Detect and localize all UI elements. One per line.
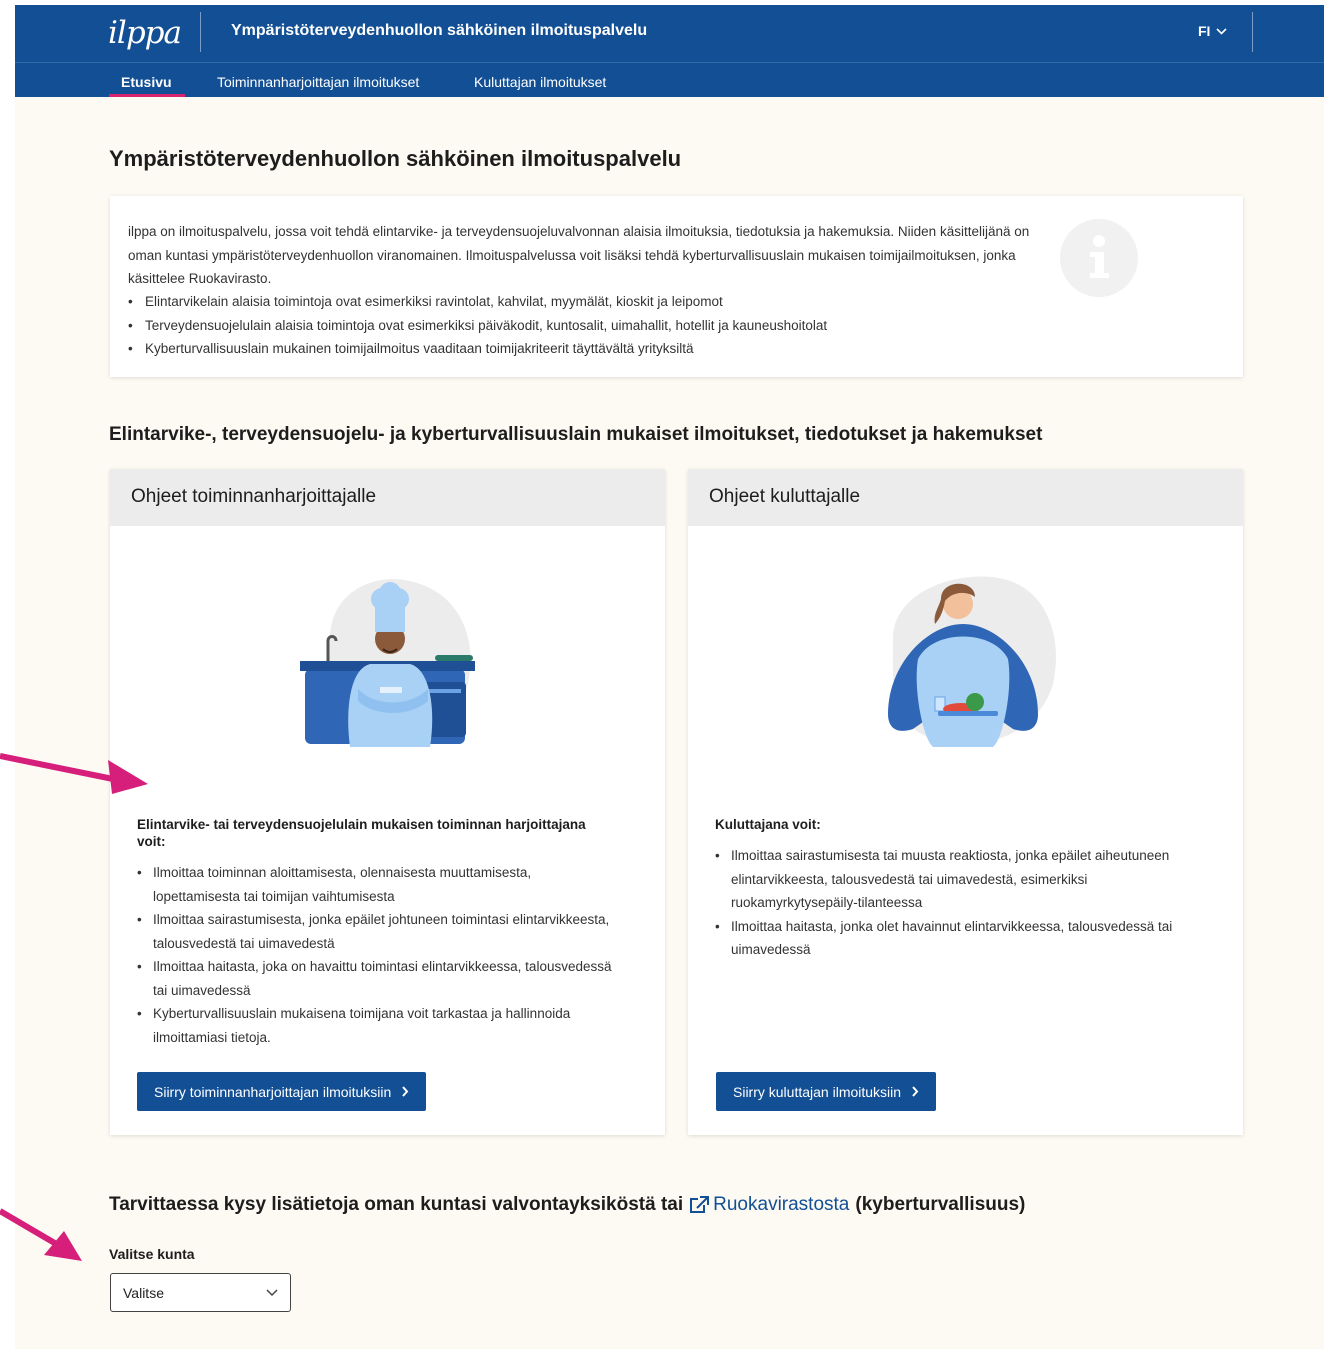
info-list: Elintarvikelain alaisia toimintoja ovat … bbox=[128, 290, 1038, 361]
page: ilppa Ympäristöterveydenhuollon sähköine… bbox=[15, 5, 1324, 1349]
municipality-label: Valitse kunta bbox=[109, 1246, 195, 1262]
link-label: Ruokavirastosta bbox=[713, 1194, 850, 1215]
info-text: ilppa on ilmoituspalvelu, jossa voit teh… bbox=[128, 224, 1030, 286]
language-selector[interactable]: FI bbox=[1198, 23, 1228, 39]
go-to-operator-notifications-button[interactable]: Siirry toiminnanharjoittajan ilmoituksii… bbox=[137, 1072, 427, 1111]
contact-text: Tarvittaessa kysy lisätietoja oman kunta… bbox=[109, 1194, 684, 1215]
page-title: Ympäristöterveydenhuollon sähköinen ilmo… bbox=[109, 146, 682, 171]
chevron-right-icon bbox=[402, 1086, 409, 1097]
language-label: FI bbox=[1198, 23, 1211, 39]
top-bar: ilppa Ympäristöterveydenhuollon sähköine… bbox=[15, 5, 1324, 62]
chevron-right-icon bbox=[912, 1086, 919, 1097]
card-header: Ohjeet kuluttajalle bbox=[688, 469, 1243, 526]
nav-item-consumer-notifications[interactable]: Kuluttajan ilmoitukset bbox=[474, 74, 606, 90]
chevron-down-icon bbox=[266, 1288, 278, 1296]
chef-illustration bbox=[300, 579, 475, 747]
info-icon bbox=[1060, 219, 1138, 297]
nav-item-home[interactable]: Etusivu bbox=[121, 74, 172, 90]
consumer-illustration bbox=[888, 576, 1056, 747]
consumer-lead-text: Kuluttajana voit: bbox=[715, 817, 821, 832]
nav-item-operator-notifications[interactable]: Toiminnanharjoittajan ilmoitukset bbox=[217, 74, 419, 90]
list-item: Ilmoittaa haitasta, jonka olet havainnut… bbox=[715, 915, 1175, 962]
card-title: Ohjeet kuluttajalle bbox=[709, 486, 861, 507]
external-link-icon bbox=[690, 1196, 710, 1213]
consumer-card: Ohjeet kuluttajalle Kuluttajana voit: Il… bbox=[688, 469, 1243, 1135]
operator-card: Ohjeet toiminnanharjoittajalle Elintarvi… bbox=[110, 469, 665, 1135]
ilppa-logo[interactable]: ilppa bbox=[108, 15, 182, 51]
list-item: Kyberturvallisuuslain mukainen toimijail… bbox=[128, 337, 1038, 361]
button-label: Siirry toiminnanharjoittajan ilmoituksii… bbox=[154, 1083, 392, 1100]
list-item: Elintarvikelain alaisia toimintoja ovat … bbox=[128, 290, 1038, 314]
list-item: Terveydensuojelulain alaisia toimintoja … bbox=[128, 314, 1038, 338]
ruokavirasto-link[interactable]: Ruokavirastosta bbox=[689, 1194, 849, 1216]
contact-text-after: (kyberturvallisuus) bbox=[855, 1194, 1026, 1215]
chevron-down-icon bbox=[1216, 27, 1228, 35]
consumer-list: Ilmoittaa sairastumisesta tai muusta rea… bbox=[715, 844, 1175, 962]
operator-lead-text: Elintarvike- tai terveydensuojelulain mu… bbox=[137, 817, 586, 849]
municipality-select[interactable]: Valitse bbox=[110, 1273, 291, 1312]
button-label: Siirry kuluttajan ilmoituksiin bbox=[733, 1083, 902, 1100]
app-title: Ympäristöterveydenhuollon sähköinen ilmo… bbox=[231, 22, 648, 39]
card-title: Ohjeet toiminnanharjoittajalle bbox=[131, 486, 377, 507]
header-divider-right bbox=[1252, 12, 1253, 52]
list-item: Ilmoittaa sairastumisesta, jonka epäilet… bbox=[137, 908, 617, 955]
info-box: ilppa on ilmoituspalvelu, jossa voit teh… bbox=[110, 196, 1243, 377]
go-to-consumer-notifications-button[interactable]: Siirry kuluttajan ilmoituksiin bbox=[716, 1072, 937, 1111]
select-value: Valitse bbox=[123, 1284, 164, 1301]
annotation-arrow-icon bbox=[0, 753, 148, 794]
list-item: Ilmoittaa toiminnan aloittamisesta, olen… bbox=[137, 861, 617, 908]
section-title: Elintarvike-, terveydensuojelu- ja kyber… bbox=[109, 424, 1043, 445]
main-nav: Etusivu Toiminnanharjoittajan ilmoitukse… bbox=[15, 62, 1324, 97]
annotation-arrow-icon bbox=[0, 1208, 82, 1261]
list-item: Kyberturvallisuuslain mukaisena toimijan… bbox=[137, 1002, 617, 1049]
operator-list: Ilmoittaa toiminnan aloittamisesta, olen… bbox=[137, 861, 617, 1049]
list-item: Ilmoittaa sairastumisesta tai muusta rea… bbox=[715, 844, 1175, 915]
header-divider bbox=[200, 12, 201, 52]
card-header: Ohjeet toiminnanharjoittajalle bbox=[110, 469, 665, 526]
list-item: Ilmoittaa haitasta, joka on havaittu toi… bbox=[137, 955, 617, 1002]
active-tab-indicator bbox=[109, 94, 185, 97]
contact-heading: Tarvittaessa kysy lisätietoja oman kunta… bbox=[109, 1194, 1025, 1216]
